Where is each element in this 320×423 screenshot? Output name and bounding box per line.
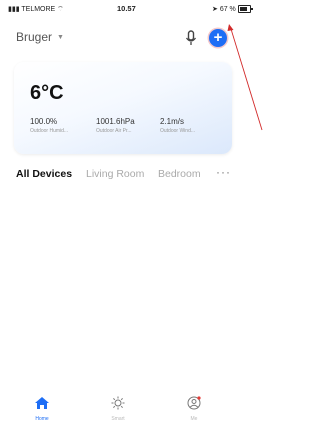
- home-icon: [35, 397, 49, 409]
- wind-metric: 2.1m/s Outdoor Wind...: [160, 117, 195, 134]
- plus-icon: +: [213, 29, 223, 46]
- air-pressure-metric: 1001.6hPa Outdoor Air Pr...: [96, 117, 135, 134]
- metric-value: 1001.6hPa: [96, 117, 135, 126]
- tab-all-devices[interactable]: All Devices: [16, 168, 72, 180]
- temperature-value: 6°C: [30, 82, 64, 104]
- user-dropdown[interactable]: Bruger ▼: [16, 30, 64, 44]
- signal-icon: ▮▮▮: [8, 6, 22, 13]
- nav-me[interactable]: Me: [174, 396, 214, 422]
- tab-bedroom[interactable]: Bedroom: [158, 168, 201, 180]
- nav-smart[interactable]: Smart: [98, 396, 138, 422]
- humidity-metric: 100.0% Outdoor Humid...: [30, 117, 68, 134]
- tab-living-room[interactable]: Living Room: [86, 168, 144, 180]
- battery-icon: [238, 5, 253, 13]
- more-horizontal-icon[interactable]: ···: [216, 165, 231, 179]
- bottom-nav: Home Smart Me: [0, 392, 272, 423]
- sun-icon: [111, 396, 125, 410]
- nav-label: Smart: [111, 416, 125, 422]
- device-list-area: [0, 188, 272, 393]
- battery-percentage: ➤ 67 %: [212, 6, 236, 13]
- user-icon: [187, 396, 201, 410]
- add-device-button[interactable]: +: [209, 29, 227, 47]
- chevron-down-icon: ▼: [57, 34, 64, 41]
- wifi-icon: ⌔: [57, 6, 64, 13]
- carrier-label: ▮▮▮ TELMORE ⌔: [8, 6, 64, 13]
- weather-card[interactable]: 6°C 100.0% Outdoor Humid... 1001.6hPa Ou…: [14, 62, 232, 154]
- room-tabs: All Devices Living Room Bedroom ···: [0, 165, 272, 188]
- nav-label: Home: [35, 416, 49, 422]
- metric-label: Outdoor Air Pr...: [96, 128, 132, 134]
- top-header: Bruger ▼ +: [0, 22, 272, 52]
- metric-label: Outdoor Humid...: [30, 128, 69, 134]
- status-time: 10.57: [117, 4, 136, 13]
- status-bar: ▮▮▮ TELMORE ⌔ 10.57 ➤ 67 %: [0, 0, 272, 16]
- user-name: Bruger: [16, 30, 53, 44]
- metric-value: 100.0%: [30, 117, 58, 126]
- nav-label: Me: [190, 416, 198, 422]
- metric-value: 2.1m/s: [160, 117, 185, 126]
- location-icon: ➤: [212, 6, 220, 13]
- nav-home[interactable]: Home: [22, 396, 62, 422]
- microphone-icon[interactable]: [185, 30, 197, 46]
- metric-label: Outdoor Wind...: [160, 128, 196, 134]
